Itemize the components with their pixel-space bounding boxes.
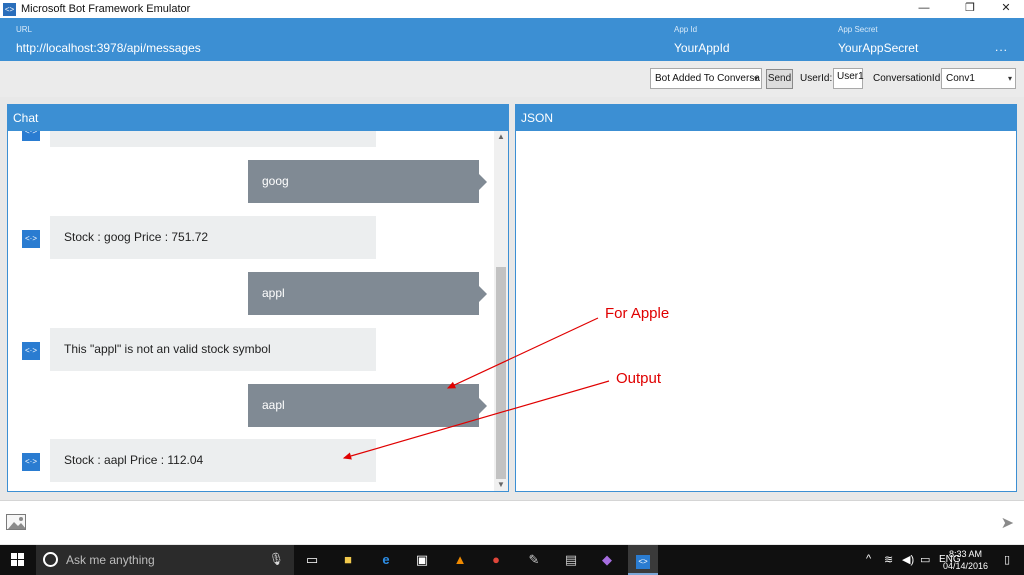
action-center-icon[interactable]: ▯: [1004, 553, 1010, 566]
file-explorer-icon[interactable]: ■: [334, 545, 362, 575]
start-button[interactable]: [0, 545, 36, 575]
arrow-for-apple: [446, 317, 599, 389]
visual-studio-icon[interactable]: ◆: [593, 545, 621, 575]
taskbar-search[interactable]: Ask me anything 🎙: [36, 545, 294, 575]
vlc-icon[interactable]: ▲: [446, 545, 474, 575]
taskbar-clock[interactable]: 8:33 AM 04/14/2016: [943, 548, 988, 572]
microphone-icon[interactable]: 🎙: [269, 552, 284, 566]
annotation-arrows: [342, 317, 610, 460]
chrome-icon[interactable]: ●: [482, 545, 510, 575]
paint-icon[interactable]: ✎: [520, 545, 548, 575]
volume-icon[interactable]: ◀): [902, 553, 914, 566]
edge-icon[interactable]: e: [372, 545, 400, 575]
notification-icon[interactable]: ▭: [920, 553, 930, 566]
message-input-bar[interactable]: ➤: [0, 500, 1024, 544]
store-icon[interactable]: ▣: [408, 545, 436, 575]
search-placeholder: Ask me anything: [66, 553, 155, 567]
arrow-output: [342, 380, 610, 460]
clock-date: 04/14/2016: [942, 561, 988, 571]
wifi-icon[interactable]: ≋: [884, 553, 893, 566]
bot-emulator-taskbar-icon[interactable]: <>: [628, 545, 658, 575]
image-upload-icon[interactable]: [6, 514, 26, 530]
clock-time: 8:33 AM: [948, 549, 982, 559]
send-icon[interactable]: ➤: [1001, 513, 1014, 533]
windows-taskbar: Ask me anything 🎙 ▭ ■ e ▣ ▲ ● ✎ ▤ ◆ <> ^…: [0, 545, 1024, 575]
task-view-icon[interactable]: ▭: [298, 545, 326, 575]
terminal-icon[interactable]: ▤: [557, 545, 585, 575]
cortana-icon: [43, 552, 58, 567]
chevron-up-icon[interactable]: ^: [866, 553, 871, 565]
